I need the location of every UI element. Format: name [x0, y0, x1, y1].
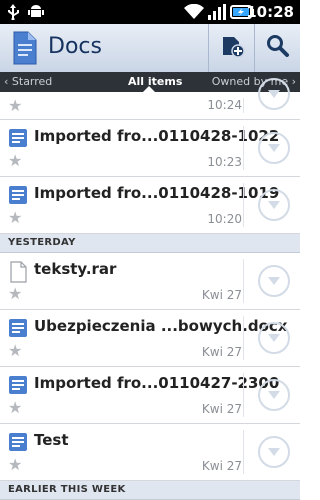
- row-divider: [243, 126, 244, 170]
- section-header-earlier-this-week: EARLIER THIS WEEK: [0, 481, 300, 500]
- item-date: 10:20: [207, 212, 242, 226]
- list-item[interactable]: ★ 10:24: [0, 78, 300, 120]
- item-date: Kwi 27: [201, 459, 242, 473]
- item-date: Kwi 27: [201, 288, 242, 302]
- search-icon: [266, 34, 290, 62]
- item-menu-button[interactable]: [258, 132, 290, 164]
- search-button[interactable]: [254, 24, 301, 72]
- row-divider: [243, 430, 244, 474]
- item-menu-button[interactable]: [258, 436, 290, 468]
- item-menu-button[interactable]: [258, 265, 290, 297]
- list-item[interactable]: Imported fro...0110427-2300 ★ Kwi 27: [0, 367, 300, 424]
- star-icon[interactable]: ★: [8, 98, 22, 114]
- app-title: Docs: [48, 34, 102, 59]
- item-menu-button[interactable]: [258, 78, 290, 110]
- row-divider: [243, 316, 244, 360]
- doc-icon: [8, 318, 28, 342]
- row-divider: [243, 183, 244, 227]
- filter-tabs: ‹ Starred All items Owned by me ›: [0, 72, 300, 92]
- item-menu-button[interactable]: [258, 379, 290, 411]
- status-bar: 10:28: [0, 0, 300, 24]
- list-item[interactable]: Imported fro...0110428-1022 ★ 10:23: [0, 120, 300, 177]
- tab-starred[interactable]: ‹ Starred: [4, 75, 52, 88]
- item-name: Ubezpieczenia ...bowych.docx: [34, 317, 288, 335]
- item-date: Kwi 27: [201, 345, 242, 359]
- list-item[interactable]: teksty.rar ★ Kwi 27: [0, 253, 300, 310]
- item-menu-button[interactable]: [258, 322, 290, 354]
- doc-icon: [8, 185, 28, 209]
- row-divider: [243, 259, 244, 303]
- item-name: Test: [34, 431, 69, 449]
- doc-icon: [8, 375, 28, 399]
- doc-icon: [8, 432, 28, 456]
- tab-all-items[interactable]: All items: [128, 75, 182, 88]
- clock: 10:28: [246, 3, 294, 21]
- item-date: 10:24: [207, 98, 242, 112]
- row-divider: [243, 373, 244, 417]
- documents-list: ★ 10:24 Imported fro...0110428-1022 ★ 10…: [0, 78, 300, 500]
- doc-icon: [8, 128, 28, 152]
- star-icon[interactable]: ★: [8, 286, 22, 302]
- upload-button[interactable]: [208, 24, 255, 72]
- star-icon[interactable]: ★: [8, 343, 22, 359]
- section-header-yesterday: YESTERDAY: [0, 234, 300, 253]
- list-item[interactable]: Ubezpieczenia ...bowych.docx ★ Kwi 27: [0, 310, 300, 367]
- wifi-icon: [184, 3, 204, 24]
- star-icon[interactable]: ★: [8, 210, 22, 226]
- signal-icon: [208, 4, 226, 24]
- app-bar: Docs: [0, 24, 300, 73]
- star-icon[interactable]: ★: [8, 153, 22, 169]
- section-label: EARLIER THIS WEEK: [8, 484, 126, 495]
- android-icon: [28, 4, 44, 24]
- item-date: 10:23: [207, 155, 242, 169]
- usb-icon: [6, 4, 20, 24]
- list-item[interactable]: Imported fro...0110428-1019 ★ 10:20: [0, 177, 300, 234]
- item-date: Kwi 27: [201, 402, 242, 416]
- docs-logo-icon[interactable]: [6, 30, 42, 70]
- section-label: YESTERDAY: [8, 237, 76, 248]
- upload-icon: [219, 33, 245, 63]
- star-icon[interactable]: ★: [8, 457, 22, 473]
- star-icon[interactable]: ★: [8, 400, 22, 416]
- list-item[interactable]: Test ★ Kwi 27: [0, 424, 300, 481]
- row-divider: [243, 98, 244, 113]
- item-menu-button[interactable]: [258, 189, 290, 221]
- item-name: teksty.rar: [34, 260, 117, 278]
